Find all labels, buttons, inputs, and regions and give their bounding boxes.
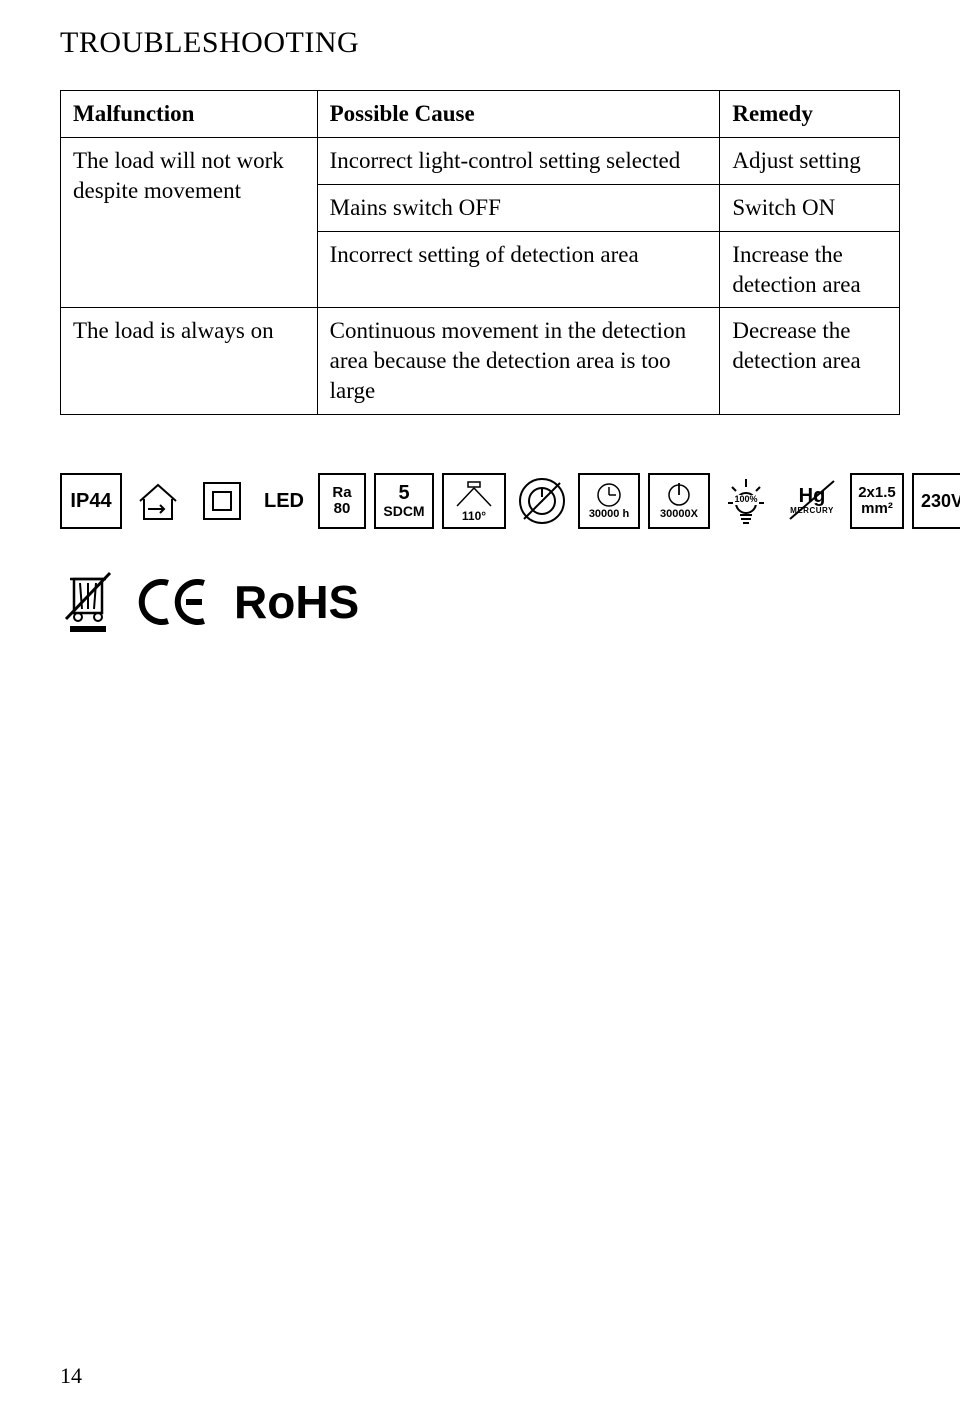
cause-cell: Mains switch OFF [317,184,720,231]
led-icon: LED [258,473,310,529]
ra-value: 80 [334,501,351,517]
remedy-cell: Switch ON [720,184,900,231]
lifetime-hours-icon: 30000 h [578,473,640,529]
table-row: The load is always on Continuous movemen… [61,308,900,415]
compliance-marks-row: RoHS [60,569,900,635]
cable-size-icon: 2x1.5 mm² [850,473,904,529]
sdcm-value: 5 [398,483,409,504]
cause-cell: Incorrect light-control setting selected [317,137,720,184]
switch-cycles-icon: 30000X [648,473,710,529]
ip44-icon: IP44 [60,473,122,529]
house-arrow-icon [130,473,186,529]
no-dimmer-icon [514,473,570,529]
certification-icons-row: IP44 LED Ra 80 5 SDCM 110° [60,473,900,529]
malfunction-cell: The load will not work despite movement [61,137,318,308]
instant-on-value: 100% [733,495,758,504]
troubleshooting-table: Malfunction Possible Cause Remedy The lo… [60,90,900,415]
page-number: 14 [60,1363,82,1389]
no-mercury-icon: Hg MERCURY [782,473,842,529]
voltage-icon: 230V [912,473,960,529]
remedy-cell: Increase the detection area [720,231,900,308]
table-row: The load will not work despite movement … [61,137,900,184]
page-title: TROUBLESHOOTING [60,26,900,60]
remedy-cell: Decrease the detection area [720,308,900,415]
table-header-row: Malfunction Possible Cause Remedy [61,91,900,138]
weee-icon [60,569,116,635]
cause-cell: Incorrect setting of detection area [317,231,720,308]
instant-on-icon: 100% [718,473,774,529]
sdcm-label: SDCM [383,504,424,519]
switch-cycles-value: 30000X [660,509,698,521]
beam-angle-icon: 110° [442,473,506,529]
beam-angle-value: 110° [462,510,486,523]
malfunction-cell: The load is always on [61,308,318,415]
cause-cell: Continuous movement in the detection are… [317,308,720,415]
lifetime-hours-value: 30000 h [589,509,629,521]
cable-top: 2x1.5 [858,485,896,501]
cable-bot: mm² [861,501,893,517]
ra80-icon: Ra 80 [318,473,366,529]
sdcm-icon: 5 SDCM [374,473,434,529]
col-cause: Possible Cause [317,91,720,138]
rohs-mark: RoHS [234,575,359,629]
ce-mark-icon [138,577,212,627]
ra-label: Ra [332,485,351,501]
remedy-cell: Adjust setting [720,137,900,184]
col-malfunction: Malfunction [61,91,318,138]
class-ii-icon [194,473,250,529]
col-remedy: Remedy [720,91,900,138]
